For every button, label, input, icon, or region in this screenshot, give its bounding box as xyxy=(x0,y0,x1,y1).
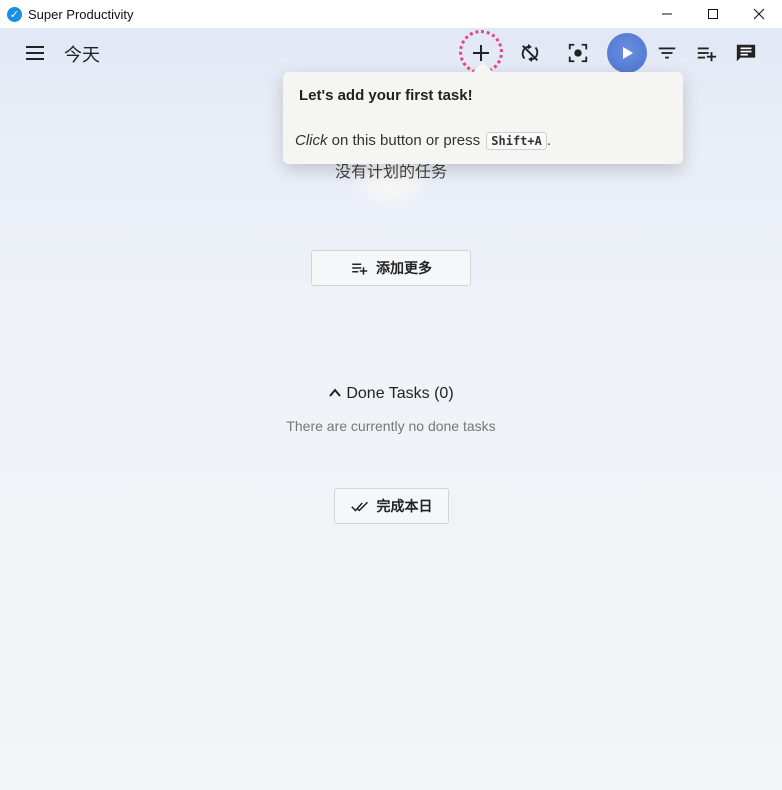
chevron-up-icon xyxy=(329,388,342,397)
filter-icon xyxy=(658,47,676,59)
add-to-list-icon xyxy=(352,263,368,275)
shortcut-key: Shift+A xyxy=(486,132,547,150)
play-button[interactable] xyxy=(607,33,647,73)
finish-day-button[interactable]: 完成本日 xyxy=(334,488,449,524)
app-logo-icon: ✓ xyxy=(7,6,22,22)
focus-mode-button[interactable] xyxy=(559,34,597,72)
onboarding-tooltip: Let's add your first task! Click on this… xyxy=(283,62,683,164)
window-controls xyxy=(644,0,782,28)
chat-icon xyxy=(736,44,756,62)
no-done-tasks-text: There are currently no done tasks xyxy=(286,418,496,434)
menu-button[interactable] xyxy=(22,42,48,64)
minimize-button[interactable] xyxy=(644,0,690,28)
tooltip-title: Let's add your first task! xyxy=(299,87,473,104)
filter-button[interactable] xyxy=(648,34,686,72)
add-more-label: 添加更多 xyxy=(376,261,432,277)
close-button[interactable] xyxy=(736,0,782,28)
window-title: Super Productivity xyxy=(28,6,134,22)
close-icon xyxy=(753,8,765,20)
done-tasks-toggle[interactable]: Done Tasks (0) xyxy=(0,385,782,403)
tooltip-body-end: . xyxy=(546,132,552,149)
page-title: 今天 xyxy=(64,45,100,66)
menu-icon xyxy=(26,46,44,60)
done-tasks-label: Done Tasks (0) xyxy=(346,385,454,402)
tooltip-click-word: Click xyxy=(295,132,328,149)
add-more-button[interactable]: 添加更多 xyxy=(311,250,471,286)
sync-icon xyxy=(521,43,539,63)
play-icon xyxy=(623,47,633,59)
add-icon xyxy=(473,45,489,61)
maximize-button[interactable] xyxy=(690,0,736,28)
notes-button[interactable] xyxy=(727,34,765,72)
focus-icon xyxy=(568,43,588,63)
minimize-icon xyxy=(662,13,672,15)
main-header: 今天 xyxy=(0,28,782,78)
maximize-icon xyxy=(708,9,718,19)
sync-button[interactable] xyxy=(511,34,549,72)
add-to-list-icon xyxy=(697,47,717,62)
add-to-list-button[interactable] xyxy=(687,34,725,72)
tooltip-body: Click on this button or press Shift+A. xyxy=(295,132,551,150)
finish-day-label: 完成本日 xyxy=(376,499,433,515)
done-all-icon xyxy=(350,501,368,512)
window-titlebar: ✓ Super Productivity xyxy=(0,0,782,28)
tooltip-body-text: on this button or press xyxy=(327,132,485,149)
